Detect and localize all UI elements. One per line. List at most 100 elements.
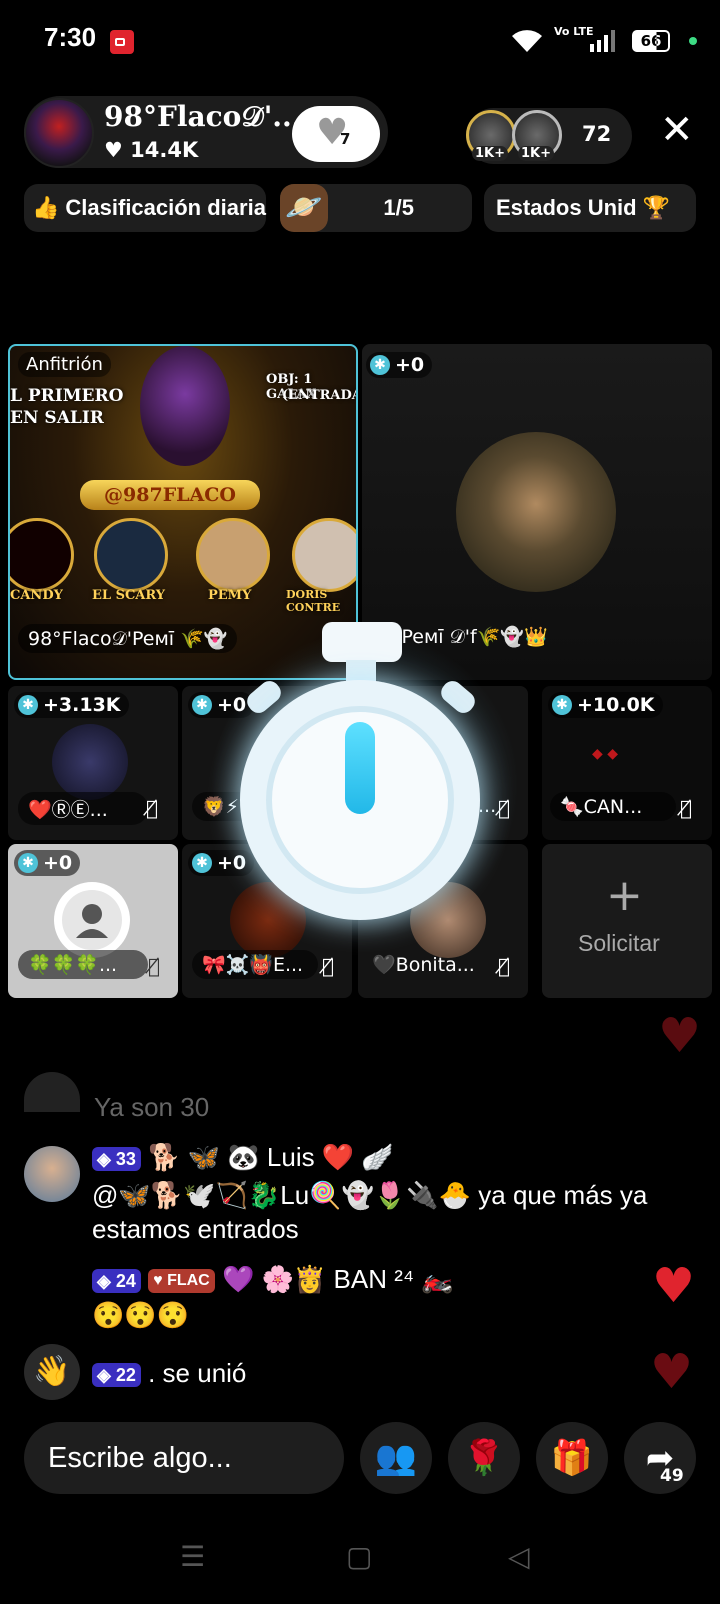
default-avatar-icon <box>54 882 130 958</box>
floating-heart-icon: ♥ <box>658 1008 702 1064</box>
fan-club-badge: ♥ FLAC <box>148 1269 215 1294</box>
host-video-tile[interactable]: Anfitrión L PRIMERO EN SALIR OBJ: 1 GALA… <box>8 344 358 680</box>
guest-score: ✱ +0 <box>366 352 433 378</box>
guest-video-tile[interactable]: ✱ +0 °Peᴍī 𝒟'f🌾👻👑 <box>362 344 712 680</box>
goal-progress-chip[interactable]: 🪐 1/5 <box>280 184 472 232</box>
seat-tile[interactable]: ✱ +10.0K ◆ ◆ 🍬CAN... 🎙̸ <box>542 686 712 840</box>
poster-avatar <box>10 518 74 592</box>
chat-text: estamos entrados <box>92 1214 299 1244</box>
status-bar: 7:30 Vo LTE 66 <box>0 0 720 84</box>
seat-score: ✱+0 <box>14 850 81 876</box>
host-name[interactable]: 98°Flaco𝒟'... <box>104 100 302 134</box>
rose-icon: 🌹 <box>462 1438 506 1478</box>
chat-join-message: ◈ 22 . se unió <box>92 1356 246 1390</box>
chat-username[interactable]: 🐕 🦋 🐼 Luis ❤️ 🪽 <box>148 1142 394 1172</box>
poster-text: (ENTRADA) <box>282 388 356 403</box>
host-avatar[interactable] <box>24 98 94 168</box>
menu-nav-icon[interactable]: ☰ <box>180 1540 205 1573</box>
daily-ranking-chip[interactable]: 👍 Clasificación diaria <box>24 184 266 232</box>
host-label: Anfitrión <box>18 352 111 377</box>
signal-icon <box>590 30 615 52</box>
poster-name: EL SCARY <box>92 588 166 603</box>
poster-character <box>140 346 230 466</box>
level-badge: ◈ 24 <box>92 1269 141 1294</box>
host-likes: ♥ 14.4K <box>104 138 199 162</box>
poster-avatar <box>196 518 270 592</box>
level-badge: ◈ 22 <box>92 1363 141 1388</box>
follow-count: 7 <box>340 130 351 148</box>
poster-name: DORIS CONTRE <box>286 588 341 614</box>
seat-name: 🎀☠️👹E... <box>192 950 318 979</box>
viewer-badge: 1K+ <box>472 146 509 161</box>
people-icon: 👥 <box>374 1438 418 1478</box>
score-icon: ✱ <box>18 853 38 873</box>
share-count: 49 <box>660 1466 684 1486</box>
seat-score: ✱ +3.13K <box>14 692 129 718</box>
volte-indicator: Vo LTE <box>554 25 594 38</box>
wave-icon: 👋 <box>24 1344 80 1400</box>
seat-name: 🍀🍀🍀... <box>18 950 148 979</box>
level-badge: ◈ 33 <box>92 1147 141 1172</box>
chat-message-faded: Ya son 30 <box>94 1092 210 1122</box>
seat-name: 🍬CAN... <box>550 792 676 821</box>
poster-avatar <box>292 518 356 592</box>
request-seat-button[interactable]: + Solicitar <box>542 844 712 998</box>
score-icon: ✱ <box>552 695 572 715</box>
score-icon: ✱ <box>370 355 390 375</box>
mic-off-icon: 🎙̸ <box>146 796 159 820</box>
trophy-icon: 🏆 <box>642 195 670 220</box>
comment-input[interactable]: Escribe algo... <box>24 1422 344 1494</box>
chat-text: @🦋🐕🕊️🏹🐉Lu🍭👻🌷🔌🐣 ya que más ya <box>92 1180 648 1210</box>
poster-text: EN SALIR <box>10 408 104 428</box>
chat-message: ◈ 24 ♥ FLAC 💜 🌸👸 BAN ²⁴ 🏍️ <box>92 1262 454 1296</box>
score-icon: ✱ <box>18 695 38 715</box>
plus-icon: + <box>606 870 643 921</box>
chat-avatar <box>24 1072 80 1112</box>
chat-message: ◈ 33 🐕 🦋 🐼 Luis ❤️ 🪽 <box>92 1140 394 1174</box>
wifi-icon <box>510 28 544 60</box>
seat-name: ❤️ⓇⒺ... <box>18 792 148 825</box>
stopwatch-hand <box>345 722 375 814</box>
chat-text: 😯😯😯 <box>92 1300 190 1330</box>
guest-avatar <box>456 432 616 592</box>
seat-tile[interactable]: ✱ +3.13K ❤️ⓇⒺ... 🎙̸ <box>8 686 178 840</box>
host-tile-name: 98°Flaco𝒟'Peᴍī 🌾👻 <box>18 624 238 653</box>
close-icon[interactable]: ✕ <box>660 110 694 150</box>
poster-name: PEMY <box>208 588 252 603</box>
score-icon: ✱ <box>192 695 212 715</box>
region-ranking-chip[interactable]: Estados Unid 🏆 <box>484 184 696 232</box>
mic-off-icon: 🎙̸ <box>148 954 161 978</box>
home-nav-icon[interactable]: ▢ <box>346 1540 372 1573</box>
stopwatch-icon <box>322 622 402 662</box>
gift-button[interactable]: 🎁 <box>536 1422 608 1494</box>
request-label: Solicitar <box>578 930 660 956</box>
seat-name: 🖤Bonita... <box>372 954 475 976</box>
seat-score: ✱ +10.0K <box>548 692 663 718</box>
chat-username[interactable]: 💜 🌸👸 BAN ²⁴ 🏍️ <box>222 1264 454 1294</box>
seat-tile[interactable]: ✱ +0 🍀🍀🍀... 🎙̸ <box>8 844 178 998</box>
red-eyes: ◆ ◆ <box>592 746 618 762</box>
mic-off-icon: 🎙̸ <box>322 954 335 978</box>
viewer-badge: 1K+ <box>518 146 555 161</box>
viewer-count[interactable]: 72 <box>582 122 611 146</box>
floating-heart-icon: ♥ <box>652 1258 696 1314</box>
chat-avatar[interactable] <box>24 1146 80 1202</box>
back-nav-icon[interactable]: ◁ <box>508 1540 530 1573</box>
clock: 7:30 <box>44 22 97 52</box>
battery-icon: 66 <box>632 30 670 52</box>
poster-handle: @987FLACO <box>80 480 260 510</box>
fire-icon: 👍 <box>32 195 60 220</box>
floating-heart-icon: ♥ <box>650 1344 694 1400</box>
poster-text: L PRIMERO <box>10 386 124 406</box>
screen-record-icon <box>110 30 134 54</box>
mic-off-icon: 🎙̸ <box>680 796 693 820</box>
rose-gift-button[interactable]: 🌹 <box>448 1422 520 1494</box>
heart-icon: ♥ <box>104 138 123 162</box>
mic-off-icon: 🎙̸ <box>498 954 511 978</box>
poster-avatar <box>94 518 168 592</box>
seat-avatar <box>52 724 128 800</box>
guests-button[interactable]: 👥 <box>360 1422 432 1494</box>
score-icon: ✱ <box>192 853 212 873</box>
mic-indicator-dot <box>689 37 697 45</box>
planet-icon: 🪐 <box>280 184 328 232</box>
